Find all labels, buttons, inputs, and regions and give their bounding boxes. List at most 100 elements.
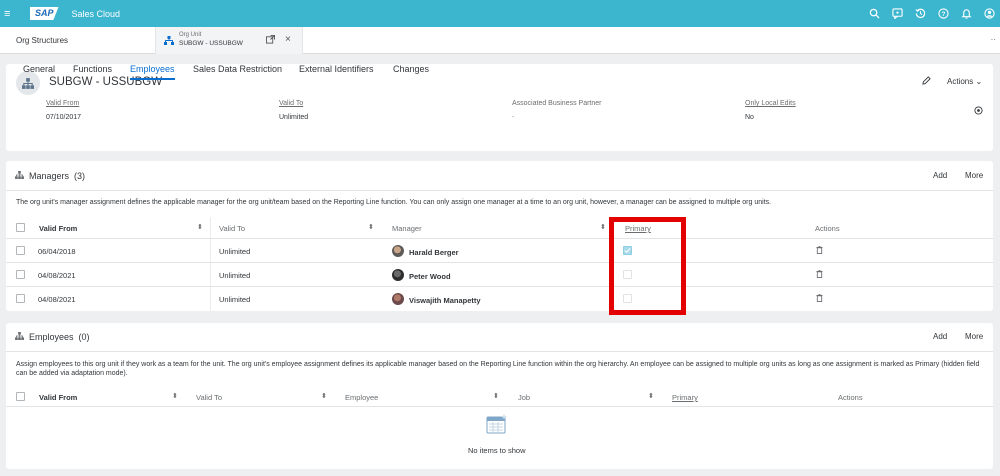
valid-to-cell: Unlimited xyxy=(219,271,251,280)
sort-icon[interactable]: ⬍ xyxy=(172,392,178,400)
valid-from-cell: 06/04/2018 xyxy=(38,247,76,256)
row-select-checkbox[interactable] xyxy=(16,294,25,303)
row-divider xyxy=(6,286,993,287)
managers-section: Managers (3) Add More The org unit's man… xyxy=(6,161,993,311)
field-value: - xyxy=(512,114,515,121)
valid-from-cell: 04/08/2021 xyxy=(38,271,76,280)
tab-title: SUBGW - USSUBGW xyxy=(179,40,243,47)
manager-avatar xyxy=(392,269,404,281)
column-header-job[interactable]: Job xyxy=(518,393,530,402)
field-value: 07/10/2017 xyxy=(46,114,82,121)
tab-sales-data-restriction[interactable]: Sales Data Restriction xyxy=(193,64,282,80)
row-select-checkbox[interactable] xyxy=(16,246,25,255)
field-valid-to: Valid To Unlimited xyxy=(279,100,308,121)
object-header: SUBGW - USSUBGW Actions ⌄ Valid From 07/… xyxy=(6,64,993,151)
add-manager-button[interactable]: Add xyxy=(933,171,947,180)
delete-icon[interactable] xyxy=(816,270,823,280)
add-employee-button[interactable]: Add xyxy=(933,332,947,341)
column-header-valid-to[interactable]: Valid To xyxy=(219,224,245,233)
sort-icon[interactable]: ⬍ xyxy=(600,223,606,231)
field-local-edits: Only Local Edits No xyxy=(745,100,796,121)
delete-icon[interactable] xyxy=(816,294,823,304)
sort-icon[interactable]: ⬍ xyxy=(197,223,203,231)
sort-icon[interactable]: ⬍ xyxy=(493,392,499,400)
valid-to-cell: Unlimited xyxy=(219,295,251,304)
open-in-new-icon[interactable] xyxy=(266,35,275,46)
header-divider xyxy=(6,406,993,407)
row-divider xyxy=(6,262,993,263)
tab-org-unit[interactable]: Org Unit SUBGW - USSUBGW × xyxy=(155,27,303,54)
header-divider xyxy=(6,238,993,239)
app-title: Sales Cloud xyxy=(71,8,121,19)
column-header-manager[interactable]: Manager xyxy=(392,224,422,233)
section-description: The org unit's manager assignment define… xyxy=(16,199,772,206)
empty-table-icon xyxy=(486,413,508,437)
manager-name[interactable]: Peter Wood xyxy=(409,272,451,281)
help-icon[interactable]: ? xyxy=(937,7,950,20)
section-count: (0) xyxy=(78,332,90,342)
more-button[interactable]: More xyxy=(965,171,983,180)
divider xyxy=(6,351,993,352)
svg-text:?: ? xyxy=(942,11,946,18)
org-unit-icon xyxy=(15,171,24,181)
valid-from-cell: 04/08/2021 xyxy=(38,295,76,304)
actions-label: Actions xyxy=(947,77,974,86)
history-icon[interactable] xyxy=(914,7,927,20)
column-header-actions: Actions xyxy=(838,393,863,402)
tab-external-identifiers[interactable]: External Identifiers xyxy=(299,64,374,80)
sort-icon[interactable]: ⬍ xyxy=(368,223,374,231)
tab-subtitle: Org Unit xyxy=(179,32,202,38)
menu-icon[interactable]: ≡ xyxy=(4,8,20,20)
delete-icon[interactable] xyxy=(816,246,823,256)
column-header-valid-to[interactable]: Valid To xyxy=(196,393,222,402)
divider xyxy=(6,190,993,191)
field-label: Valid From xyxy=(46,100,80,107)
overflow-icon[interactable]: ·· xyxy=(991,35,996,44)
manager-avatar xyxy=(392,245,404,257)
column-header-primary[interactable]: Primary xyxy=(672,393,698,402)
org-unit-icon xyxy=(15,332,24,342)
manager-name[interactable]: Harald Berger xyxy=(409,248,459,257)
empty-message: No items to show xyxy=(468,446,526,455)
tab-changes[interactable]: Changes xyxy=(393,64,429,80)
feedback-icon[interactable] xyxy=(891,7,904,20)
column-header-valid-from[interactable]: Valid From xyxy=(39,224,77,233)
sap-logo: SAP xyxy=(30,7,59,20)
field-label: Only Local Edits xyxy=(745,100,796,107)
tab-general[interactable]: General xyxy=(23,64,55,80)
field-valid-from: Valid From 07/10/2017 xyxy=(46,100,81,121)
column-header-valid-from[interactable]: Valid From xyxy=(39,393,77,402)
select-all-checkbox[interactable] xyxy=(16,223,25,232)
column-divider xyxy=(210,217,211,311)
edit-icon[interactable] xyxy=(922,76,931,87)
field-label: Associated Business Partner xyxy=(512,100,602,107)
sort-icon[interactable]: ⬍ xyxy=(648,392,654,400)
tab-org-structures[interactable]: Org Structures xyxy=(16,36,68,45)
user-icon[interactable] xyxy=(983,7,996,20)
tab-functions[interactable]: Functions xyxy=(73,64,112,80)
section-title-text: Managers xyxy=(29,171,70,181)
section-title: Employees (0) xyxy=(15,332,90,342)
close-icon[interactable]: × xyxy=(285,34,291,45)
manager-avatar xyxy=(392,293,404,305)
section-count: (3) xyxy=(74,171,86,181)
section-title: Managers (3) xyxy=(15,171,85,181)
tab-employees[interactable]: Employees xyxy=(130,64,175,80)
search-icon[interactable] xyxy=(868,7,881,20)
actions-button[interactable]: Actions ⌄ xyxy=(947,77,982,86)
notification-icon[interactable] xyxy=(960,7,973,20)
field-label: Valid To xyxy=(279,100,304,107)
org-unit-icon xyxy=(164,36,174,47)
chevron-down-icon: ⌄ xyxy=(975,77,983,86)
select-all-checkbox[interactable] xyxy=(16,392,25,401)
manager-name[interactable]: Viswajith Manapetty xyxy=(409,296,481,305)
row-select-checkbox[interactable] xyxy=(16,270,25,279)
field-value: Unlimited xyxy=(279,114,309,121)
settings-icon[interactable] xyxy=(974,106,983,117)
shell-bar: ≡ SAP Sales Cloud ? xyxy=(0,0,1000,27)
more-button[interactable]: More xyxy=(965,332,983,341)
primary-column-highlight xyxy=(609,217,686,315)
sort-icon[interactable]: ⬍ xyxy=(321,392,327,400)
column-header-employee[interactable]: Employee xyxy=(345,393,378,402)
section-description: Assign employees to this org unit if the… xyxy=(16,361,980,377)
